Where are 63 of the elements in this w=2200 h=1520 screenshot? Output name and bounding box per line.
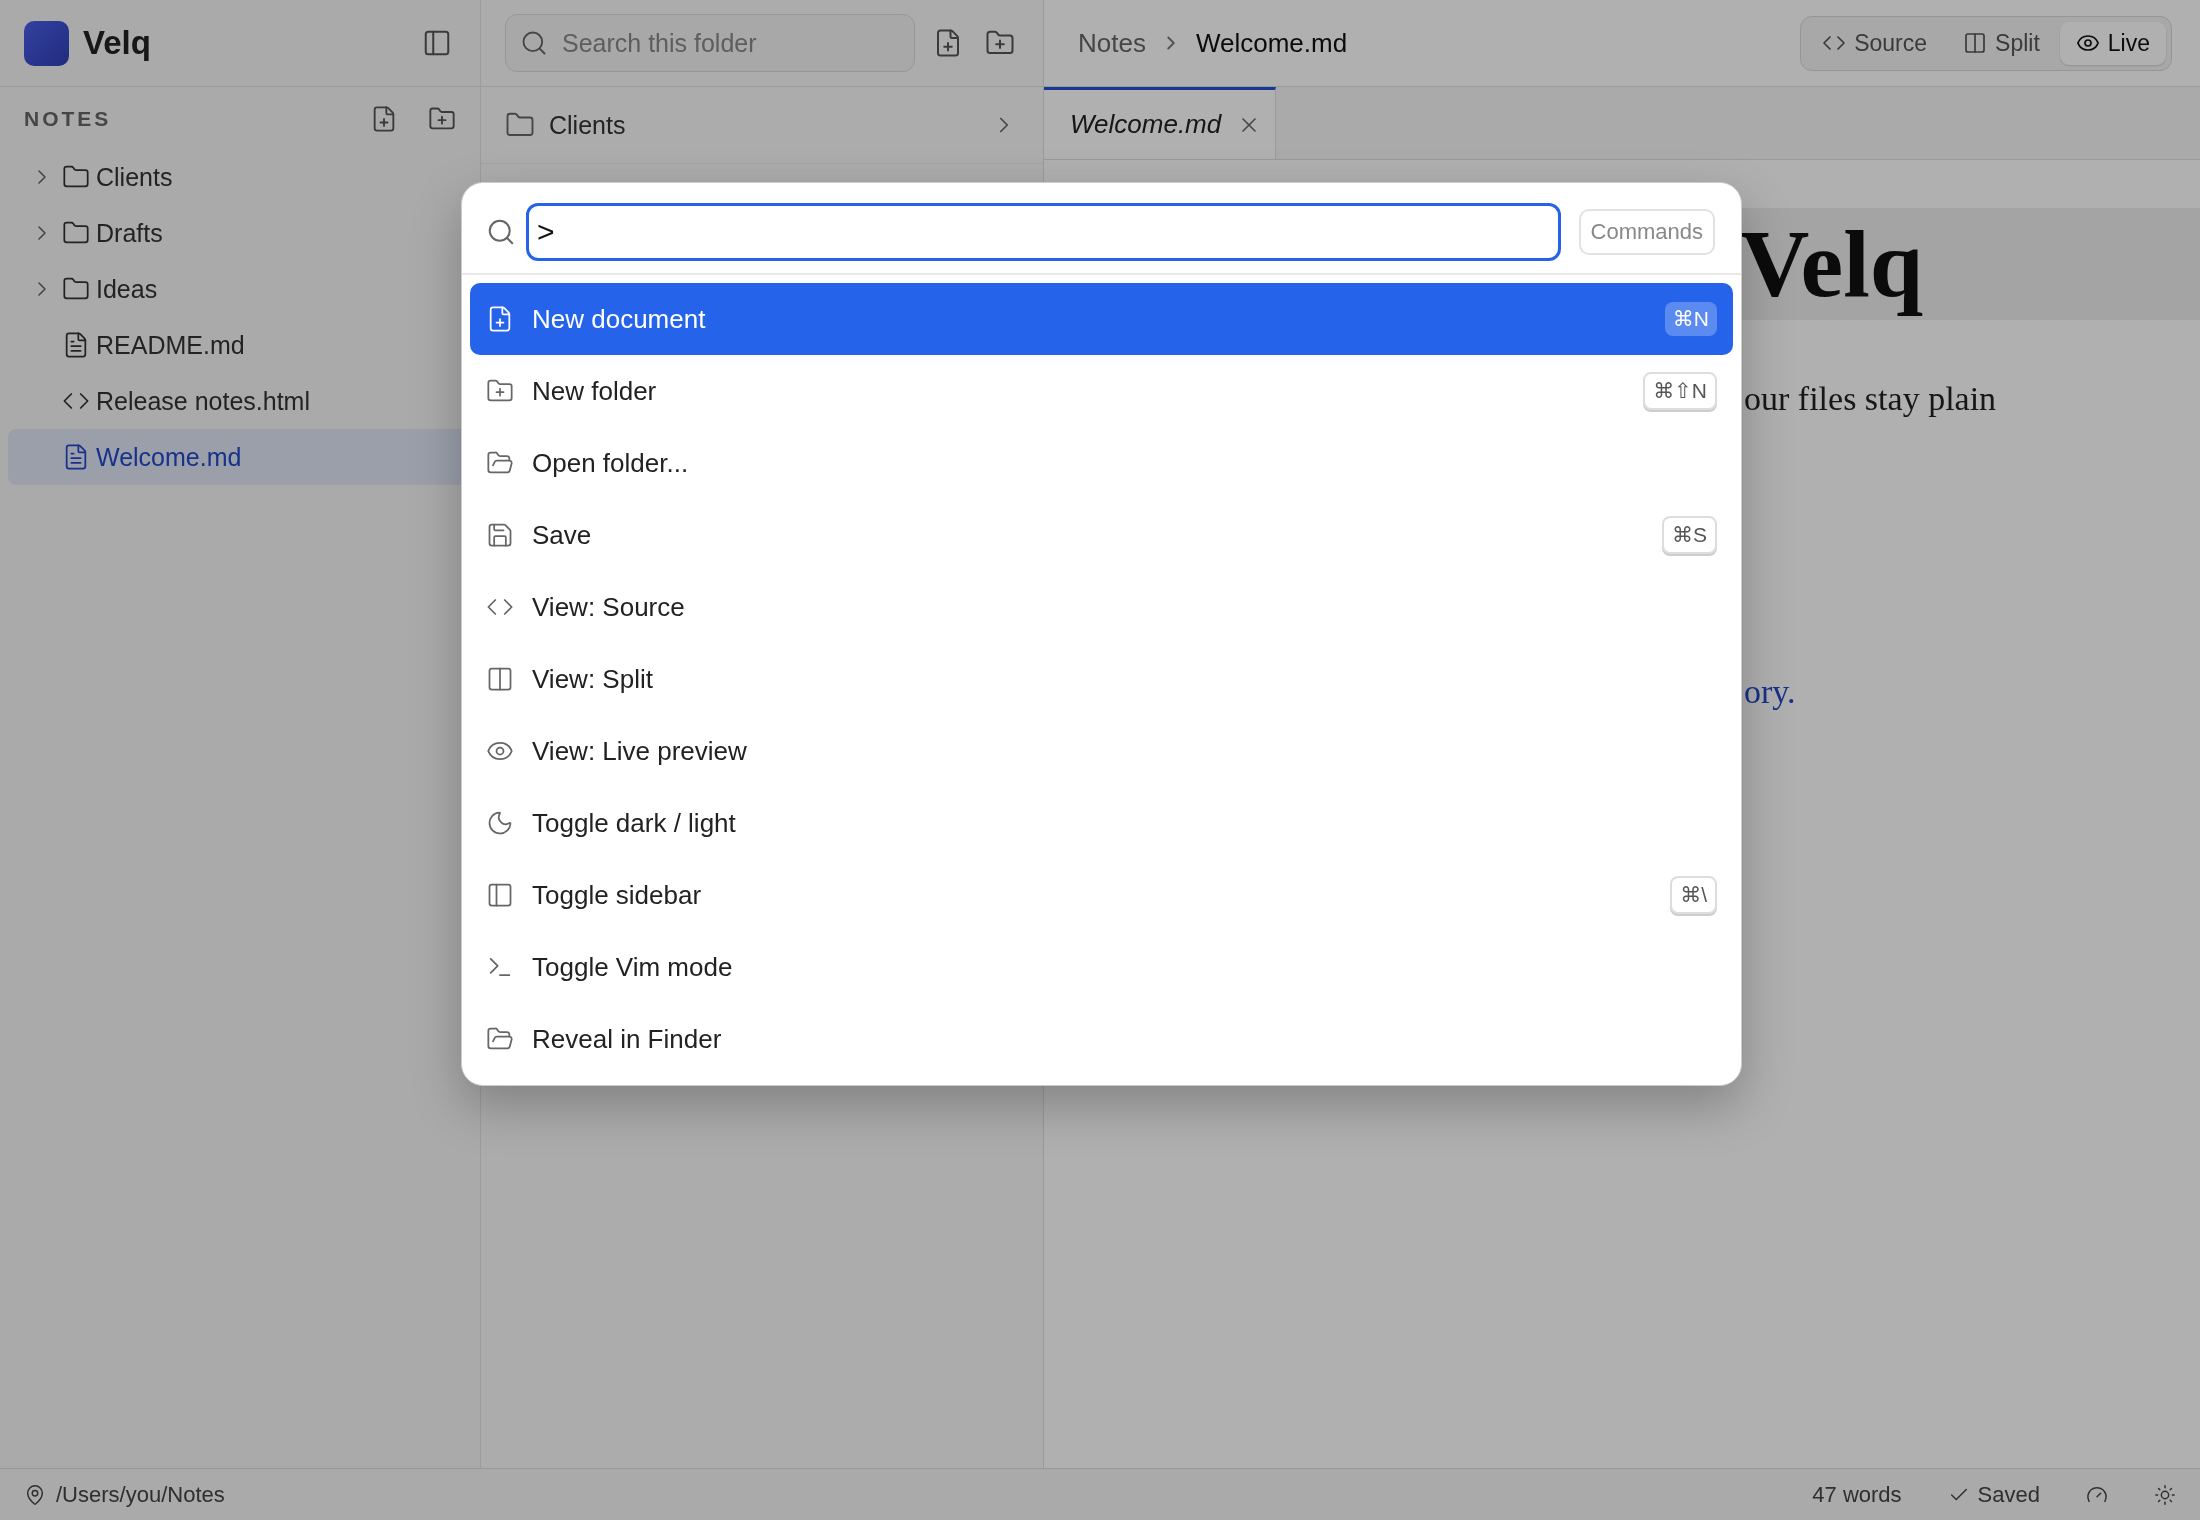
command-label: Reveal in Finder — [532, 1023, 722, 1055]
tab-label: Welcome.md — [1070, 109, 1222, 140]
shortcut-key: ⌘\ — [1670, 876, 1717, 914]
columns-icon — [1963, 31, 1988, 55]
view-mode-button[interactable]: Split — [1947, 21, 2056, 65]
command-item[interactable]: Save ⌘S — [470, 499, 1733, 571]
command-item[interactable]: Reveal in Finder — [470, 1003, 1733, 1075]
command-item[interactable]: View: Source — [470, 571, 1733, 643]
document-link[interactable]: ory. — [1744, 673, 2200, 711]
tree-item[interactable]: Clients — [8, 149, 472, 205]
search-input[interactable]: Search this folder — [560, 27, 900, 59]
command-item[interactable]: View: Split — [470, 643, 1733, 715]
search-icon — [520, 29, 548, 57]
command-item[interactable]: Toggle dark / light — [470, 787, 1733, 859]
location-pin-icon — [24, 1483, 46, 1506]
breadcrumb-item[interactable]: Welcome.md — [1195, 27, 1348, 59]
shortcut-key: ⌘⇧N — [1643, 372, 1717, 410]
command-input[interactable]: > — [526, 203, 1561, 261]
view-mode-button[interactable]: Live — [2059, 21, 2166, 65]
command-item[interactable]: New document ⌘N — [470, 283, 1733, 355]
search-icon — [486, 217, 516, 247]
command-item[interactable]: View: Live preview — [470, 715, 1733, 787]
tree-item-label: Drafts — [96, 218, 163, 248]
command-label: New document — [532, 303, 706, 335]
command-item[interactable]: Toggle sidebar ⌘\ — [470, 859, 1733, 931]
columns-icon — [486, 665, 514, 693]
sun-icon[interactable] — [2154, 1483, 2176, 1506]
command-label: View: Split — [532, 663, 653, 695]
app-name: Velq — [83, 24, 152, 62]
document-paragraph: our files stay plain — [1744, 380, 1998, 418]
word-count: 47 words — [1812, 1481, 1902, 1508]
panel-icon — [486, 881, 514, 909]
command-label: Toggle sidebar — [532, 879, 702, 911]
tree-item-label: Clients — [96, 162, 173, 192]
view-mode-button[interactable]: Source — [1806, 21, 1944, 65]
tree-item-label: README.md — [96, 330, 245, 360]
command-label: View: Source — [532, 591, 685, 623]
command-label: Toggle dark / light — [532, 807, 736, 839]
scope-label: Commands — [1578, 209, 1715, 255]
editor-tab[interactable]: Welcome.md — [1044, 87, 1277, 159]
command-item[interactable]: New folder ⌘⇧N — [470, 355, 1733, 427]
tree-item-label: Release notes.html — [96, 386, 310, 416]
folder-path: /Users/you/Notes — [56, 1481, 225, 1508]
command-label: Toggle Vim mode — [532, 951, 733, 983]
section-title: NOTES — [24, 107, 113, 131]
command-item[interactable]: Open folder... — [470, 427, 1733, 499]
app-logo — [24, 20, 69, 66]
tree-item-label: Welcome.md — [96, 442, 242, 472]
search-field[interactable]: Search this folder — [505, 14, 915, 72]
save-icon — [486, 521, 514, 549]
folder-label: Clients — [549, 110, 626, 140]
shortcut-key: ⌘S — [1662, 516, 1717, 554]
command-label: Open folder... — [532, 447, 689, 479]
command-item[interactable]: Toggle Vim mode — [470, 931, 1733, 1003]
moon-icon — [486, 809, 514, 837]
save-status: Saved — [1977, 1481, 2040, 1508]
tree-item-label: Ideas — [96, 274, 158, 304]
folder-row[interactable]: Clients — [481, 87, 1043, 164]
command-label: Save — [532, 519, 592, 551]
command-label: View: Live preview — [532, 735, 747, 767]
command-label: New folder — [532, 375, 657, 407]
breadcrumb-item[interactable]: Notes — [1078, 27, 1146, 59]
shortcut-key: ⌘N — [1664, 302, 1717, 336]
